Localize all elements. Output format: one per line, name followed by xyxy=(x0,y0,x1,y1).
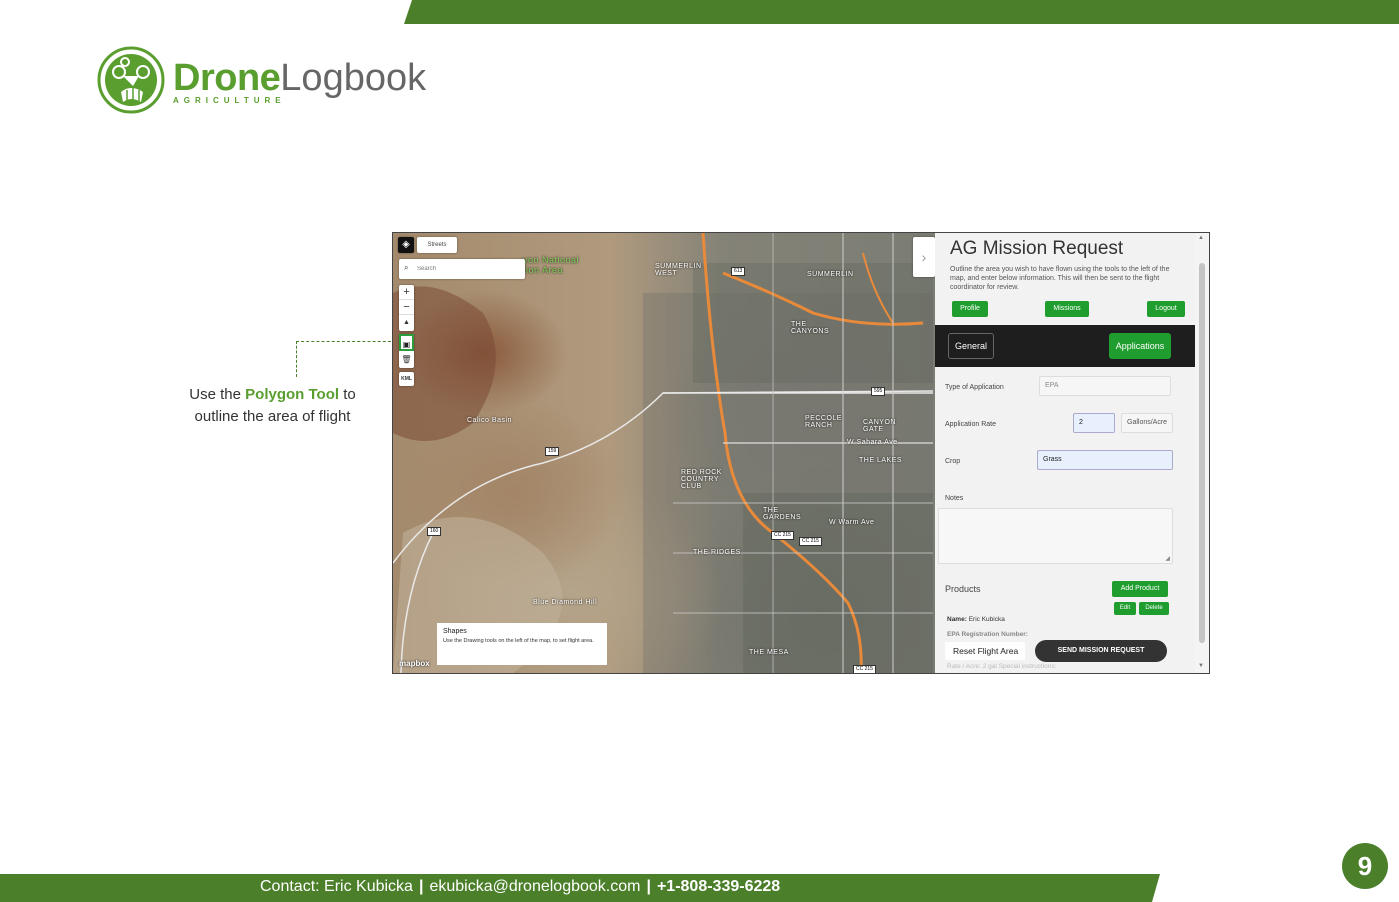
app-screenshot: yon National tion Area SUMMERLIN WEST SUMM… xyxy=(392,232,1210,674)
map-label-sahara: W Sahara Ave xyxy=(847,439,898,446)
map-label-summerlin: SUMMERLIN xyxy=(807,271,854,278)
zoom-in-button[interactable]: + xyxy=(399,285,414,300)
route-shield-cc215-b: CC 215 xyxy=(799,537,822,546)
annotation-leader-horizontal xyxy=(296,341,396,342)
product-name-line: Name: Eric Kubicka xyxy=(947,616,1005,623)
mapbox-logo: mapbox xyxy=(399,659,430,668)
notes-label: Notes xyxy=(945,495,964,502)
map-label-park: yon National tion Area xyxy=(523,255,580,275)
map-label-blue-diamond: Blue Diamond Hill xyxy=(533,599,598,606)
route-shield-cc215-c: CC 215 xyxy=(853,665,876,673)
panel-title: AG Mission Request xyxy=(950,238,1124,259)
map-label-mesa: THE MESA xyxy=(749,649,789,656)
edit-product-button[interactable]: Edit xyxy=(1114,602,1136,615)
map-search-input[interactable] xyxy=(417,262,517,276)
product-epa-line: EPA Registration Number: xyxy=(947,631,1028,638)
map-label-red-rock: RED ROCK COUNTRY CLUB xyxy=(681,469,722,490)
dronelogbook-logo: DroneLogbook AGRICULTURE xyxy=(97,46,426,116)
satellite-map[interactable]: yon National tion Area SUMMERLIN WEST SUMM… xyxy=(393,233,935,673)
map-label-peccole: PECCOLE RANCH xyxy=(805,415,842,429)
trash-icon[interactable]: 🗑 xyxy=(399,351,414,368)
tab-applications[interactable]: Applications xyxy=(1109,333,1171,359)
top-accent-bar xyxy=(404,0,1399,24)
profile-button[interactable]: Profile xyxy=(952,301,988,317)
layers-icon[interactable]: ◈ xyxy=(398,237,414,253)
shapes-info-popup: Shapes Use the Drawing tools on the left… xyxy=(437,623,607,665)
map-label-ridges: THE RIDGES xyxy=(693,549,741,556)
panel-scrollbar[interactable]: ▲ ▼ xyxy=(1195,233,1209,673)
map-roads xyxy=(393,233,934,673)
map-label-gardens: THE GARDENS xyxy=(763,507,802,521)
drone-leaf-logo-icon xyxy=(97,46,165,114)
map-style-streets-button[interactable]: Streets xyxy=(417,237,457,253)
scroll-up-icon[interactable]: ▲ xyxy=(1198,235,1204,241)
logo-wordmark: DroneLogbook xyxy=(173,57,427,99)
missions-button[interactable]: Missions xyxy=(1045,301,1089,317)
route-shield-613: 613 xyxy=(731,267,746,276)
annotation-leader-vertical xyxy=(296,341,297,377)
contact-phone[interactable]: +1-808-339-6228 xyxy=(657,878,780,895)
contact-name: Contact: Eric Kubicka xyxy=(260,878,413,895)
draw-toolbar: ▣ 🗑 xyxy=(399,334,414,368)
application-rate-label: Application Rate xyxy=(945,421,996,428)
crop-input[interactable]: Grass xyxy=(1037,450,1173,470)
zoom-out-button[interactable]: − xyxy=(399,300,414,315)
application-rate-input[interactable]: 2 xyxy=(1073,413,1115,433)
route-shield-159: 159 xyxy=(545,447,560,456)
map-label-canyons: THE CANYONS xyxy=(791,321,830,335)
polygon-tool-annotation: Use the Polygon Tool to outline the area… xyxy=(189,386,356,425)
logo-subtitle: AGRICULTURE xyxy=(173,96,286,105)
type-of-application-label: Type of Application xyxy=(945,384,1004,391)
search-icon: ⌕ xyxy=(404,263,409,272)
delete-product-button[interactable]: Delete xyxy=(1139,602,1169,615)
polygon-tool-highlight: Polygon Tool xyxy=(245,386,340,403)
send-mission-request-button[interactable]: SEND MISSION REQUEST xyxy=(1035,640,1167,662)
reset-flight-area-button[interactable]: Reset Flight Area xyxy=(945,642,1025,660)
scroll-down-icon[interactable]: ▼ xyxy=(1198,663,1204,669)
map-label-calico: Calico Basin xyxy=(467,417,512,424)
kml-upload-button[interactable]: KML xyxy=(399,372,414,386)
route-shield-595: 595 xyxy=(871,387,886,396)
rate-unit-select[interactable]: Gallons/Acre xyxy=(1121,413,1173,433)
map-search-box[interactable]: ⌕ xyxy=(399,259,525,279)
map-label-warm-springs: W Warm Ave xyxy=(829,519,875,526)
resize-grip-icon[interactable]: ◢ xyxy=(1165,555,1170,562)
product-rate-line: Rate / Acre: 2 gal Special instructions: xyxy=(947,663,1057,670)
mission-request-panel: AG Mission Request Outline the area you … xyxy=(935,233,1197,673)
compass-button[interactable]: ▲ xyxy=(399,315,414,330)
chevron-right-icon[interactable]: › xyxy=(913,237,935,277)
scrollbar-thumb[interactable] xyxy=(1199,263,1205,643)
page-number-badge: 9 xyxy=(1342,843,1388,889)
shapes-description: Use the Drawing tools on the left of the… xyxy=(443,638,594,644)
products-title: Products xyxy=(945,584,981,594)
contact-line: Contact: Eric Kubicka | ekubicka@dronelogb… xyxy=(260,878,781,895)
notes-textarea[interactable]: ◢ xyxy=(938,508,1173,564)
zoom-control: + − ▲ xyxy=(399,285,414,331)
shapes-title: Shapes xyxy=(443,628,467,635)
map-label-canyon-gate: CANYON GATE xyxy=(863,419,896,433)
tab-general[interactable]: General xyxy=(948,333,994,359)
crop-label: Crop xyxy=(945,458,961,465)
panel-description: Outline the area you wish to have flown … xyxy=(950,266,1170,291)
map-label-summerlin-west: SUMMERLIN WEST xyxy=(655,263,702,277)
polygon-tool-icon[interactable]: ▣ xyxy=(399,334,414,351)
map-label-lakes: THE LAKES xyxy=(859,457,903,464)
add-product-button[interactable]: Add Product xyxy=(1112,581,1168,597)
route-shield-160: 160 xyxy=(427,527,442,536)
contact-email[interactable]: ekubicka@dronelogbook.com xyxy=(429,878,640,895)
logout-button[interactable]: Logout xyxy=(1147,301,1185,317)
route-shield-cc215-a: CC 215 xyxy=(771,531,794,540)
type-of-application-input[interactable]: EPA xyxy=(1039,376,1171,396)
